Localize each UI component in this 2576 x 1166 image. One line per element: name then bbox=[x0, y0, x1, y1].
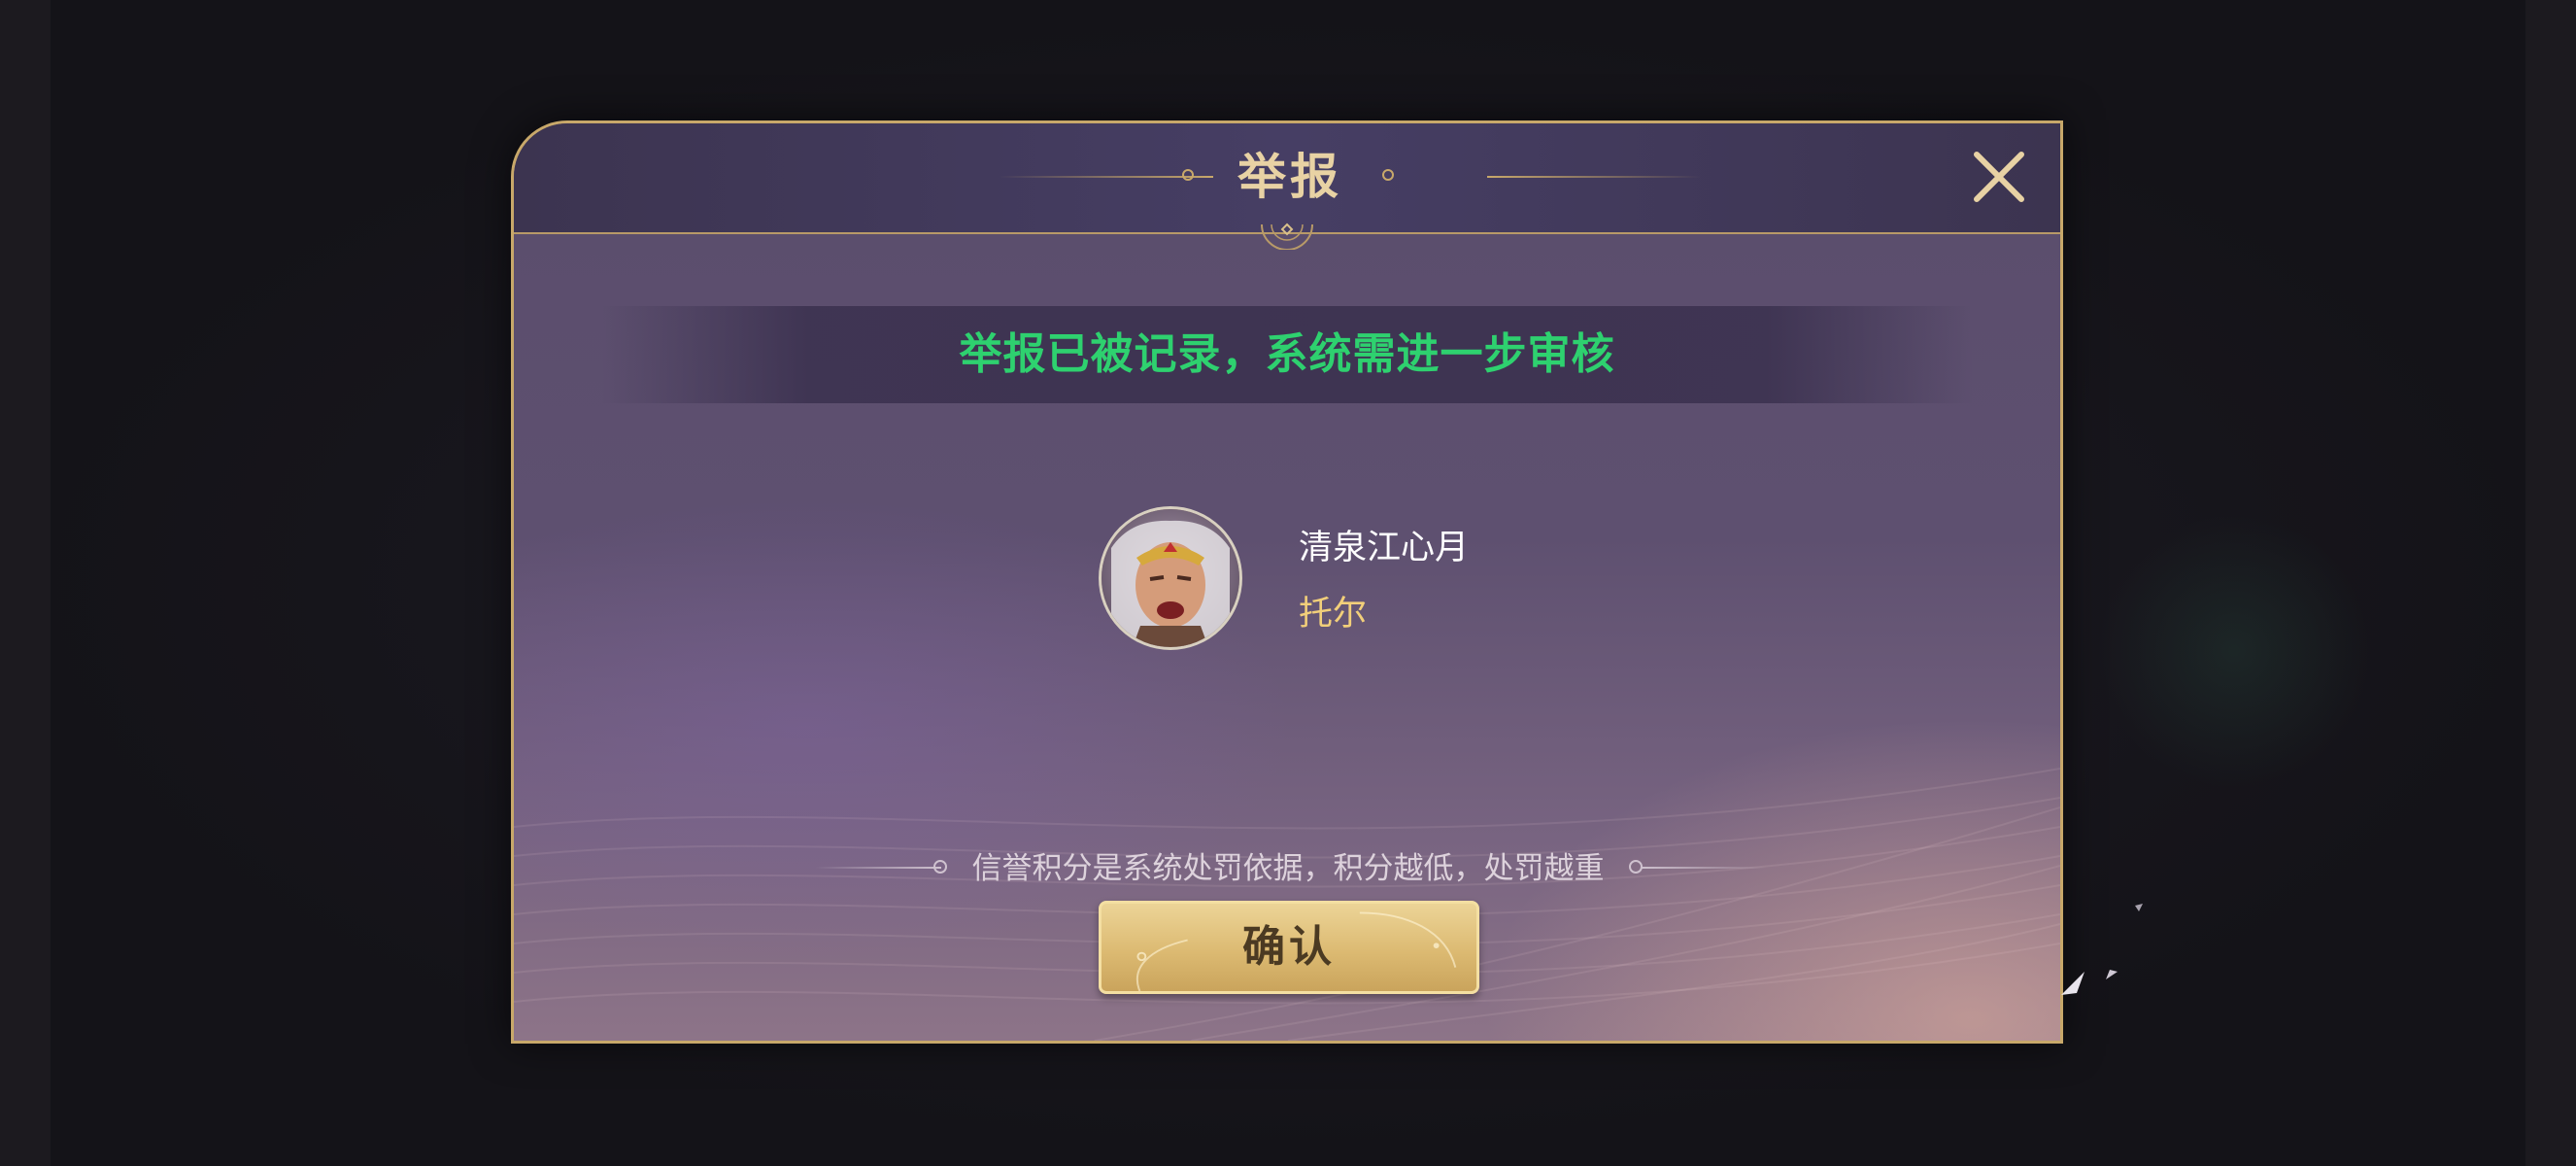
close-icon bbox=[1974, 152, 2024, 202]
notice-ornament-line-left bbox=[815, 867, 941, 869]
right-edge-bar bbox=[2525, 0, 2576, 1166]
sparkle-icon bbox=[2106, 970, 2118, 979]
confirm-button-label: 确认 bbox=[1242, 922, 1336, 972]
sparkle-icon bbox=[2135, 904, 2143, 911]
sparkle-icon bbox=[2061, 972, 2085, 995]
notice-ornament-line-right bbox=[1641, 867, 1767, 869]
game-screen: 举报 举报已被记录，系统需进一步审核 清泉江心月 托尔 信誉积分是系统处罚依据，… bbox=[0, 0, 2576, 1166]
title-ornament-dot-right bbox=[1382, 169, 1394, 181]
left-edge-bar bbox=[0, 0, 51, 1166]
title-ornament-line-left bbox=[1000, 176, 1213, 178]
avatar bbox=[1099, 506, 1242, 650]
confirm-button[interactable]: 确认 bbox=[1099, 901, 1479, 994]
title-ornament-line-right bbox=[1487, 176, 1701, 178]
status-banner: 举报已被记录，系统需进一步审核 bbox=[601, 306, 1973, 403]
status-message: 举报已被记录，系统需进一步审核 bbox=[959, 329, 1615, 379]
credit-score-notice: 信誉积分是系统处罚依据，积分越低，处罚越重 bbox=[971, 851, 1605, 886]
hero-portrait-avatar bbox=[1102, 509, 1239, 647]
reported-hero-name: 托尔 bbox=[1299, 595, 1368, 634]
reported-player-name: 清泉江心月 bbox=[1299, 529, 1470, 567]
close-button[interactable] bbox=[1971, 149, 2027, 205]
report-dialog: 举报 举报已被记录，系统需进一步审核 清泉江心月 托尔 信誉积分是系统处罚依据，… bbox=[511, 120, 2063, 1044]
dialog-title: 举报 bbox=[1237, 149, 1342, 205]
notice-ornament-dot-left bbox=[933, 860, 947, 874]
dialog-header: 举报 bbox=[514, 123, 2060, 234]
wave-pattern-decoration bbox=[514, 768, 2060, 1041]
header-emblem-icon bbox=[1261, 223, 1313, 250]
